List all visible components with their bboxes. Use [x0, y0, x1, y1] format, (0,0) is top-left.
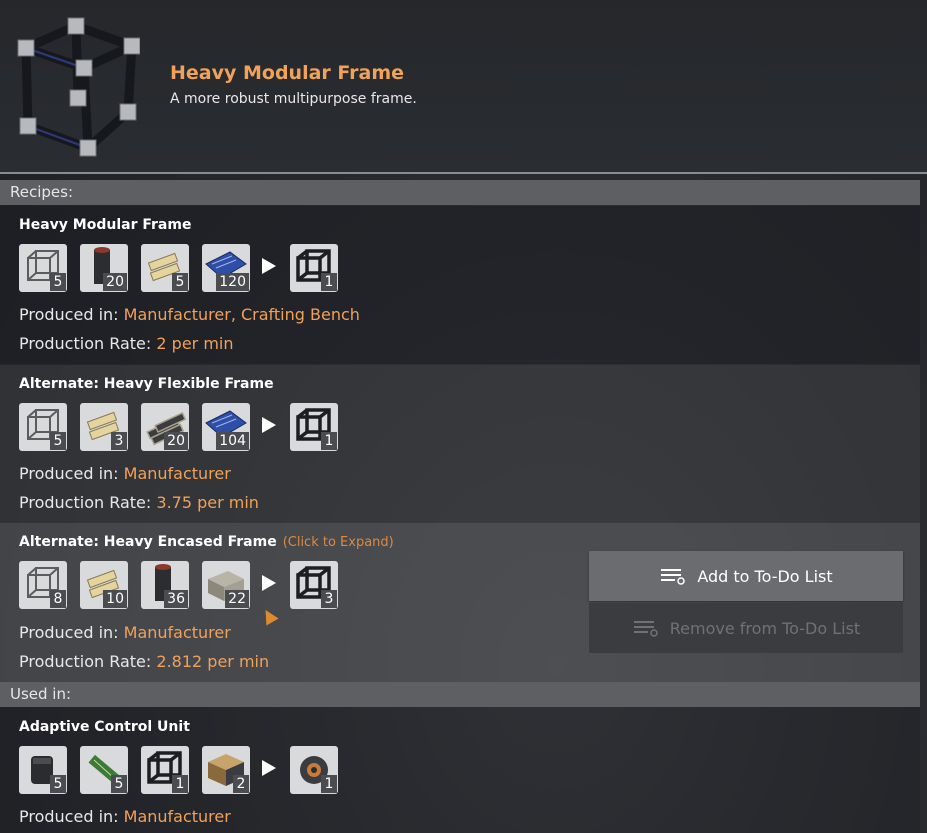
used-in-title: Adaptive Control Unit — [19, 719, 190, 735]
ingredient-count: 5 — [172, 273, 188, 291]
produced-in-label: Produced in: — [19, 464, 119, 483]
heavy-modular-frame-icon: 3 — [290, 561, 338, 609]
modular-frame-icon: 5 — [19, 403, 67, 451]
used-in-section-label: Used in: — [10, 685, 72, 703]
product-count: 1 — [321, 432, 337, 450]
recipes-section-header: Recipes: — [0, 180, 920, 205]
recipe-title-text: Alternate: Heavy Encased Frame — [19, 534, 277, 550]
arrow-right-icon — [262, 760, 276, 776]
add-to-todo-button[interactable]: Add to To-Do List — [589, 551, 903, 601]
header-divider — [0, 172, 927, 174]
ingredient-count: 120 — [216, 273, 249, 291]
ingredient-count: 104 — [216, 432, 249, 450]
ingredient-count: 5 — [50, 775, 66, 793]
item-title: Heavy Modular Frame — [170, 62, 405, 84]
product-count: 1 — [321, 273, 337, 291]
remove-from-todo-label: Remove from To-Do List — [669, 618, 861, 638]
ingredient-count: 10 — [103, 590, 127, 608]
add-to-todo-label: Add to To-Do List — [697, 566, 833, 586]
ingredient-count: 22 — [225, 590, 249, 608]
heavy-modular-frame-icon — [6, 8, 141, 158]
computer-icon: 2 — [202, 746, 250, 794]
recipe-title: Alternate: Heavy Encased Frame (Click to … — [19, 534, 394, 550]
production-rate-line: Production Rate: 2 per min — [19, 334, 234, 353]
automated-wiring-icon: 5 — [19, 746, 67, 794]
ingredient-count: 5 — [50, 432, 66, 450]
produced-in-value[interactable]: Manufacturer — [124, 623, 231, 642]
production-rate-label: Production Rate: — [19, 652, 152, 671]
encased-beam-icon: 10 — [80, 561, 128, 609]
todo-list-remove-icon — [633, 621, 658, 637]
produced-in-label: Produced in: — [19, 807, 119, 826]
heavy-modular-frame-icon: 1 — [290, 403, 338, 451]
produced-in-line: Produced in: Manufacturer, Crafting Benc… — [19, 305, 360, 324]
ingredient-count: 3 — [111, 432, 127, 450]
ingredient-count: 36 — [164, 590, 188, 608]
ingredient-count: 20 — [164, 432, 188, 450]
used-in-row[interactable]: Adaptive Control Unit 5 5 1 2 1 Produced… — [0, 707, 920, 833]
production-rate-value: 3.75 per min — [156, 493, 259, 512]
adaptive-control-unit-icon: 1 — [290, 746, 338, 794]
produced-in-value[interactable]: Manufacturer — [124, 807, 231, 826]
encased-beam-icon: 5 — [141, 244, 189, 292]
used-in-section-header: Used in: — [0, 682, 920, 707]
screw-icon: 104 — [202, 403, 250, 451]
rubber-icon: 20 — [141, 403, 189, 451]
recipe-title: Alternate: Heavy Flexible Frame — [19, 376, 274, 392]
modular-frame-icon: 8 — [19, 561, 67, 609]
produced-in-line: Produced in: Manufacturer — [19, 807, 231, 826]
recipe-title: Heavy Modular Frame — [19, 217, 192, 233]
produced-in-line: Produced in: Manufacturer — [19, 464, 231, 483]
modular-frame-icon: 5 — [19, 244, 67, 292]
ingredient-count: 1 — [172, 775, 188, 793]
ingredient-count: 5 — [50, 273, 66, 291]
remove-from-todo-button[interactable]: Remove from To-Do List — [589, 603, 903, 653]
recipe-row[interactable]: Heavy Modular Frame 5 20 5 120 1 Produce… — [0, 206, 920, 364]
steel-pipe-icon: 36 — [141, 561, 189, 609]
ingredient-count: 8 — [50, 590, 66, 608]
ingredient-count: 2 — [233, 775, 249, 793]
arrow-right-icon — [262, 258, 276, 274]
recipes-section-label: Recipes: — [10, 183, 74, 201]
product-count: 1 — [321, 775, 337, 793]
expand-hint[interactable]: (Click to Expand) — [283, 535, 394, 550]
todo-list-add-icon — [661, 569, 686, 585]
concrete-icon: 22 — [202, 561, 250, 609]
produced-in-label: Produced in: — [19, 305, 119, 324]
production-rate-value: 2 per min — [156, 334, 234, 353]
heavy-modular-frame-icon: 1 — [290, 244, 338, 292]
production-rate-line: Production Rate: 3.75 per min — [19, 493, 259, 512]
item-description: A more robust multipurpose frame. — [170, 91, 417, 107]
encased-beam-icon: 3 — [80, 403, 128, 451]
circuit-board-icon: 5 — [80, 746, 128, 794]
production-rate-label: Production Rate: — [19, 493, 152, 512]
steel-pipe-icon: 20 — [80, 244, 128, 292]
produced-in-label: Produced in: — [19, 623, 119, 642]
heavy-modular-frame-icon: 1 — [141, 746, 189, 794]
production-rate-value: 2.812 per min — [156, 652, 270, 671]
screw-icon: 120 — [202, 244, 250, 292]
arrow-right-icon — [262, 575, 276, 591]
production-rate-line: Production Rate: 2.812 per min — [19, 652, 269, 671]
ingredient-count: 5 — [111, 775, 127, 793]
produced-in-value[interactable]: Manufacturer — [124, 464, 231, 483]
produced-in-value[interactable]: Manufacturer, Crafting Bench — [124, 305, 360, 324]
ingredient-count: 20 — [103, 273, 127, 291]
recipe-row[interactable]: Alternate: Heavy Flexible Frame 5 3 20 1… — [0, 365, 920, 523]
arrow-right-icon — [262, 417, 276, 433]
produced-in-line: Produced in: Manufacturer — [19, 623, 231, 642]
product-count: 3 — [321, 590, 337, 608]
production-rate-label: Production Rate: — [19, 334, 152, 353]
